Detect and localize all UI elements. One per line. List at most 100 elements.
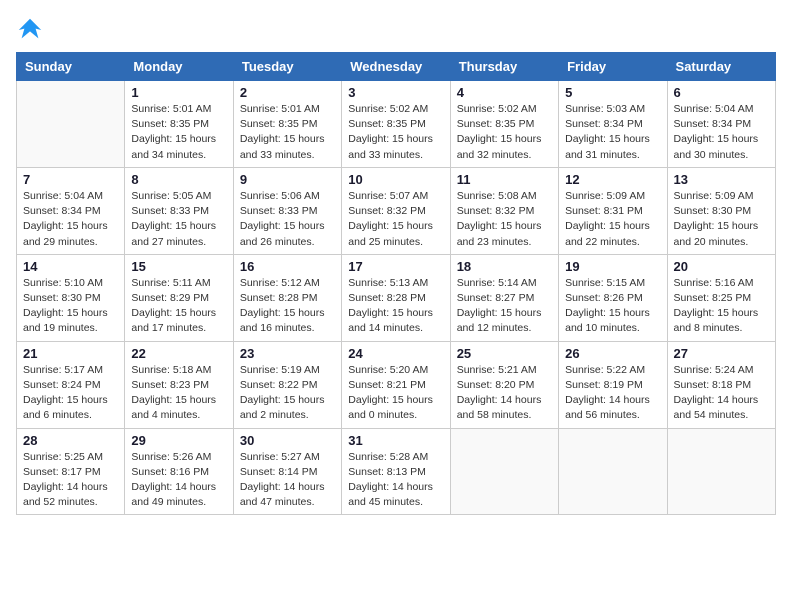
cell-info: Sunrise: 5:05 AMSunset: 8:33 PMDaylight:… <box>131 189 226 250</box>
week-row-4: 28 Sunrise: 5:25 AMSunset: 8:17 PMDayligh… <box>17 428 776 515</box>
week-row-0: 1 Sunrise: 5:01 AMSunset: 8:35 PMDaylight… <box>17 81 776 168</box>
day-number: 18 <box>457 259 552 274</box>
calendar-cell: 1 Sunrise: 5:01 AMSunset: 8:35 PMDaylight… <box>125 81 233 168</box>
calendar-cell: 11 Sunrise: 5:08 AMSunset: 8:32 PMDayligh… <box>450 167 558 254</box>
day-number: 19 <box>565 259 660 274</box>
cell-info: Sunrise: 5:14 AMSunset: 8:27 PMDaylight:… <box>457 276 552 337</box>
header-sunday: Sunday <box>17 53 125 81</box>
calendar-cell: 26 Sunrise: 5:22 AMSunset: 8:19 PMDayligh… <box>559 341 667 428</box>
cell-info: Sunrise: 5:25 AMSunset: 8:17 PMDaylight:… <box>23 450 118 511</box>
day-number: 31 <box>348 433 443 448</box>
day-number: 17 <box>348 259 443 274</box>
calendar-table: SundayMondayTuesdayWednesdayThursdayFrid… <box>16 52 776 515</box>
calendar-cell: 4 Sunrise: 5:02 AMSunset: 8:35 PMDaylight… <box>450 81 558 168</box>
cell-info: Sunrise: 5:15 AMSunset: 8:26 PMDaylight:… <box>565 276 660 337</box>
header-tuesday: Tuesday <box>233 53 341 81</box>
cell-info: Sunrise: 5:20 AMSunset: 8:21 PMDaylight:… <box>348 363 443 424</box>
day-number: 30 <box>240 433 335 448</box>
cell-info: Sunrise: 5:09 AMSunset: 8:31 PMDaylight:… <box>565 189 660 250</box>
day-number: 20 <box>674 259 769 274</box>
calendar-cell: 18 Sunrise: 5:14 AMSunset: 8:27 PMDayligh… <box>450 254 558 341</box>
cell-info: Sunrise: 5:04 AMSunset: 8:34 PMDaylight:… <box>674 102 769 163</box>
calendar-cell: 14Sunrise: 5:10 AMSunset: 8:30 PMDayligh… <box>17 254 125 341</box>
calendar-cell: 16Sunrise: 5:12 AMSunset: 8:28 PMDayligh… <box>233 254 341 341</box>
day-number: 6 <box>674 85 769 100</box>
cell-info: Sunrise: 5:16 AMSunset: 8:25 PMDaylight:… <box>674 276 769 337</box>
cell-info: Sunrise: 5:27 AMSunset: 8:14 PMDaylight:… <box>240 450 335 511</box>
cell-info: Sunrise: 5:21 AMSunset: 8:20 PMDaylight:… <box>457 363 552 424</box>
day-number: 4 <box>457 85 552 100</box>
header-wednesday: Wednesday <box>342 53 450 81</box>
day-number: 22 <box>131 346 226 361</box>
calendar-cell <box>559 428 667 515</box>
calendar-cell: 20 Sunrise: 5:16 AMSunset: 8:25 PMDayligh… <box>667 254 775 341</box>
calendar-cell: 12 Sunrise: 5:09 AMSunset: 8:31 PMDayligh… <box>559 167 667 254</box>
cell-info: Sunrise: 5:26 AMSunset: 8:16 PMDaylight:… <box>131 450 226 511</box>
day-number: 26 <box>565 346 660 361</box>
calendar-cell: 10 Sunrise: 5:07 AMSunset: 8:32 PMDayligh… <box>342 167 450 254</box>
day-number: 9 <box>240 172 335 187</box>
cell-info: Sunrise: 5:22 AMSunset: 8:19 PMDaylight:… <box>565 363 660 424</box>
day-number: 2 <box>240 85 335 100</box>
calendar-cell: 30 Sunrise: 5:27 AMSunset: 8:14 PMDayligh… <box>233 428 341 515</box>
cell-info: Sunrise: 5:02 AMSunset: 8:35 PMDaylight:… <box>348 102 443 163</box>
cell-info: Sunrise: 5:01 AMSunset: 8:35 PMDaylight:… <box>131 102 226 163</box>
calendar-cell: 3 Sunrise: 5:02 AMSunset: 8:35 PMDaylight… <box>342 81 450 168</box>
day-number: 16 <box>240 259 335 274</box>
day-number: 12 <box>565 172 660 187</box>
calendar-cell: 8 Sunrise: 5:05 AMSunset: 8:33 PMDaylight… <box>125 167 233 254</box>
calendar-cell: 31 Sunrise: 5:28 AMSunset: 8:13 PMDayligh… <box>342 428 450 515</box>
cell-info: Sunrise: 5:04 AMSunset: 8:34 PMDaylight:… <box>23 189 118 250</box>
day-number: 7 <box>23 172 118 187</box>
calendar-cell: 21Sunrise: 5:17 AMSunset: 8:24 PMDayligh… <box>17 341 125 428</box>
week-row-1: 7 Sunrise: 5:04 AMSunset: 8:34 PMDaylight… <box>17 167 776 254</box>
cell-info: Sunrise: 5:19 AMSunset: 8:22 PMDaylight:… <box>240 363 335 424</box>
calendar-cell: 17 Sunrise: 5:13 AMSunset: 8:28 PMDayligh… <box>342 254 450 341</box>
week-row-3: 21Sunrise: 5:17 AMSunset: 8:24 PMDayligh… <box>17 341 776 428</box>
cell-info: Sunrise: 5:28 AMSunset: 8:13 PMDaylight:… <box>348 450 443 511</box>
day-number: 10 <box>348 172 443 187</box>
day-number: 8 <box>131 172 226 187</box>
cell-info: Sunrise: 5:08 AMSunset: 8:32 PMDaylight:… <box>457 189 552 250</box>
header-saturday: Saturday <box>667 53 775 81</box>
calendar-cell: 23 Sunrise: 5:19 AMSunset: 8:22 PMDayligh… <box>233 341 341 428</box>
cell-info: Sunrise: 5:17 AMSunset: 8:24 PMDaylight:… <box>23 363 118 424</box>
header-thursday: Thursday <box>450 53 558 81</box>
cell-info: Sunrise: 5:24 AMSunset: 8:18 PMDaylight:… <box>674 363 769 424</box>
calendar-cell: 19 Sunrise: 5:15 AMSunset: 8:26 PMDayligh… <box>559 254 667 341</box>
cell-info: Sunrise: 5:06 AMSunset: 8:33 PMDaylight:… <box>240 189 335 250</box>
day-number: 13 <box>674 172 769 187</box>
calendar-cell: 25Sunrise: 5:21 AMSunset: 8:20 PMDayligh… <box>450 341 558 428</box>
header-friday: Friday <box>559 53 667 81</box>
day-number: 24 <box>348 346 443 361</box>
week-row-2: 14Sunrise: 5:10 AMSunset: 8:30 PMDayligh… <box>17 254 776 341</box>
cell-info: Sunrise: 5:13 AMSunset: 8:28 PMDaylight:… <box>348 276 443 337</box>
cell-info: Sunrise: 5:02 AMSunset: 8:35 PMDaylight:… <box>457 102 552 163</box>
calendar-cell: 28 Sunrise: 5:25 AMSunset: 8:17 PMDayligh… <box>17 428 125 515</box>
day-number: 15 <box>131 259 226 274</box>
day-number: 1 <box>131 85 226 100</box>
cell-info: Sunrise: 5:11 AMSunset: 8:29 PMDaylight:… <box>131 276 226 337</box>
day-number: 11 <box>457 172 552 187</box>
day-number: 3 <box>348 85 443 100</box>
day-number: 28 <box>23 433 118 448</box>
day-number: 14 <box>23 259 118 274</box>
calendar-cell: 9 Sunrise: 5:06 AMSunset: 8:33 PMDaylight… <box>233 167 341 254</box>
cell-info: Sunrise: 5:01 AMSunset: 8:35 PMDaylight:… <box>240 102 335 163</box>
calendar-cell: 15 Sunrise: 5:11 AMSunset: 8:29 PMDayligh… <box>125 254 233 341</box>
page-header <box>16 16 776 44</box>
calendar-cell: 29 Sunrise: 5:26 AMSunset: 8:16 PMDayligh… <box>125 428 233 515</box>
calendar-header-row: SundayMondayTuesdayWednesdayThursdayFrid… <box>17 53 776 81</box>
cell-info: Sunrise: 5:07 AMSunset: 8:32 PMDaylight:… <box>348 189 443 250</box>
calendar-cell: 22Sunrise: 5:18 AMSunset: 8:23 PMDayligh… <box>125 341 233 428</box>
day-number: 5 <box>565 85 660 100</box>
day-number: 23 <box>240 346 335 361</box>
cell-info: Sunrise: 5:03 AMSunset: 8:34 PMDaylight:… <box>565 102 660 163</box>
logo-icon <box>16 16 44 44</box>
calendar-cell: 2 Sunrise: 5:01 AMSunset: 8:35 PMDaylight… <box>233 81 341 168</box>
calendar-cell: 7 Sunrise: 5:04 AMSunset: 8:34 PMDaylight… <box>17 167 125 254</box>
day-number: 29 <box>131 433 226 448</box>
header-monday: Monday <box>125 53 233 81</box>
calendar-cell <box>17 81 125 168</box>
calendar-cell <box>667 428 775 515</box>
